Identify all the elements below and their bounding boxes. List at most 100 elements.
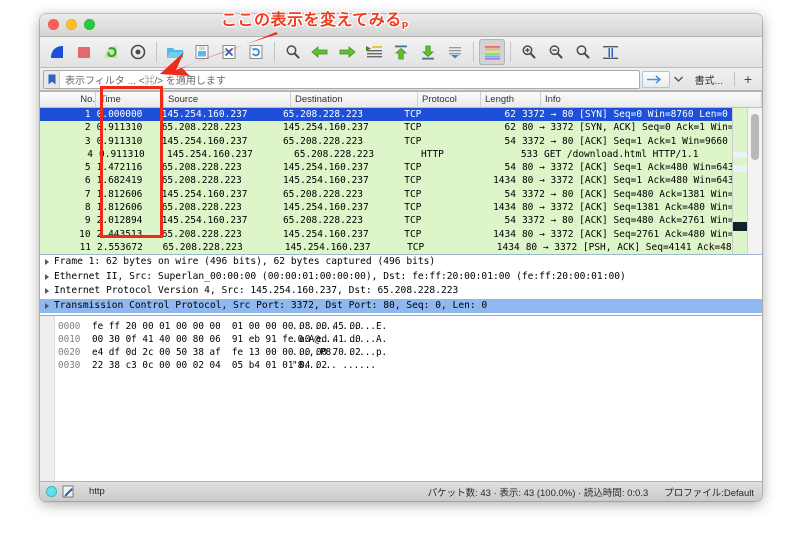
filter-bookmark-icon[interactable]	[44, 70, 60, 88]
annotation-label: ここの表示を変えてみるp	[221, 6, 409, 30]
detail-tree-label: Ethernet II, Src: Superlan_00:00:00 (00:…	[54, 270, 626, 282]
hex-dump-row[interactable]: 0000 fe ff 20 00 01 00 00 00 01 00 00 00 …	[40, 320, 762, 333]
chevron-right-icon[interactable]	[40, 259, 54, 266]
column-header-source[interactable]: Source	[164, 92, 291, 107]
cell-no: 2	[84, 122, 91, 134]
cell-info: 3372 → 80 [ACK] Seq=1 Ack=1 Win=9660 L	[521, 135, 732, 147]
cell-info: 80 → 3372 [ACK] Seq=2761 Ack=480 Win=6	[521, 228, 732, 240]
chevron-right-icon[interactable]	[40, 273, 54, 280]
packet-bytes-pane[interactable]: 0000 fe ff 20 00 01 00 00 00 01 00 00 00 …	[40, 316, 762, 481]
find-packet-icon[interactable]	[280, 39, 306, 65]
hex-dump-row[interactable]: 0020 e4 df 0d 2c 00 50 38 af fe 13 00 00 …	[40, 346, 762, 359]
cell-source: 65.208.228.223	[161, 162, 242, 174]
cell-length: 533	[520, 148, 538, 160]
cell-source: 145.254.160.237	[161, 135, 248, 147]
packet-bytes-rows: 0000 fe ff 20 00 01 00 00 00 01 00 00 00 …	[40, 316, 762, 372]
cell-no: 11	[79, 241, 92, 253]
cell-no: 7	[84, 188, 91, 200]
add-filter-button[interactable]: +	[737, 71, 759, 87]
detail-tree-row[interactable]: Internet Protocol Version 4, Src: 145.25…	[40, 284, 762, 299]
cell-protocol: TCP	[404, 109, 422, 120]
column-header-destination[interactable]: Destination	[291, 92, 418, 107]
toolbar-separator	[473, 42, 474, 62]
save-file-icon[interactable]	[189, 39, 215, 65]
filter-history-dropdown-icon[interactable]	[672, 71, 686, 88]
status-bar-icons	[40, 485, 81, 498]
toolbar-separator	[510, 42, 511, 62]
cell-destination: 65.208.228.223	[294, 148, 375, 160]
colorize-icon[interactable]	[479, 39, 505, 65]
chevron-right-icon[interactable]	[40, 288, 54, 295]
cell-length: 62	[504, 122, 516, 134]
status-bar-stats: パケット数: 43 · 表示: 43 (100.0%) · 読込時間: 0:0.…	[428, 485, 762, 499]
cell-destination: 65.208.228.223	[282, 109, 364, 120]
cell-protocol: TCP	[404, 175, 422, 187]
go-to-packet-icon[interactable]	[361, 39, 387, 65]
packet-details-pane[interactable]: Frame 1: 62 bytes on wire (496 bits), 62…	[40, 255, 762, 316]
hex-offset: 0010	[58, 334, 81, 345]
cell-no: 10	[79, 228, 91, 240]
resize-columns-icon[interactable]	[597, 39, 623, 65]
status-bar-filter-name: http	[89, 486, 105, 497]
packet-list-scrollbar-thumb[interactable]	[751, 114, 759, 160]
detail-tree-row[interactable]: Frame 1: 62 bytes on wire (496 bits), 62…	[40, 255, 762, 270]
open-file-icon[interactable]	[162, 39, 188, 65]
close-file-icon[interactable]	[216, 39, 242, 65]
zoom-out-icon[interactable]	[543, 39, 569, 65]
go-forward-icon[interactable]	[334, 39, 360, 65]
display-filter-placeholder: 表示フィルタ ... <⌘/> を適用します	[65, 75, 226, 87]
packet-list-minimap	[732, 108, 747, 254]
stop-capture-icon[interactable]	[71, 39, 97, 65]
apply-filter-button[interactable]	[641, 70, 670, 88]
go-last-packet-icon[interactable]	[415, 39, 441, 65]
auto-scroll-icon[interactable]	[442, 39, 468, 65]
cell-length: 54	[504, 135, 516, 147]
cell-protocol: TCP	[404, 202, 422, 214]
capture-file-comment-icon[interactable]	[62, 485, 75, 498]
cell-protocol: TCP	[404, 215, 422, 227]
table-row[interactable]: 11 2.553672 65.208.228.223 145.254.160.237 T…	[40, 240, 732, 254]
cell-info: 80 → 3372 [ACK] Seq=1 Ack=480 Win=6432	[521, 175, 732, 187]
cell-info: 3372 → 80 [SYN] Seq=0 Win=8760 Len=0 M	[521, 109, 732, 120]
cell-no: 5	[84, 162, 91, 174]
cell-no: 4	[87, 148, 93, 160]
detail-tree-row[interactable]: Ethernet II, Src: Superlan_00:00:00 (00:…	[40, 270, 762, 285]
go-first-packet-icon[interactable]	[388, 39, 414, 65]
zoom-window-button[interactable]	[84, 19, 95, 30]
filter-format-button[interactable]: 書式...	[686, 72, 732, 87]
cell-length: 1434	[493, 228, 516, 240]
hex-dump-row[interactable]: 0030 22 38 c3 0c 00 00 02 04 05 b4 01 01 …	[40, 359, 762, 372]
time-column-highlight-box	[100, 86, 163, 238]
go-back-icon[interactable]	[307, 39, 333, 65]
zoom-in-icon[interactable]	[516, 39, 542, 65]
cell-info: 3372 → 80 [ACK] Seq=480 Ack=1381 Win=9	[521, 188, 732, 200]
close-window-button[interactable]	[48, 19, 59, 30]
hex-dump-row[interactable]: 0010 00 30 0f 41 40 00 80 06 91 eb 91 fe …	[40, 333, 762, 346]
hex-ascii: .. ..... ......E.	[292, 321, 388, 332]
capture-options-icon[interactable]	[125, 39, 151, 65]
column-header-info[interactable]: Info	[541, 92, 762, 107]
zoom-reset-icon[interactable]	[570, 39, 596, 65]
packet-list-scrollbar[interactable]	[747, 108, 762, 254]
column-header-length[interactable]: Length	[481, 92, 541, 107]
cell-no: 6	[84, 175, 91, 187]
cell-length: 54	[504, 162, 516, 174]
minimize-window-button[interactable]	[66, 19, 77, 30]
restart-capture-icon[interactable]	[98, 39, 124, 65]
cell-source: 65.208.228.223	[161, 175, 242, 187]
column-header-protocol[interactable]: Protocol	[418, 92, 481, 107]
hex-ascii: "8...... ......	[292, 360, 376, 371]
start-capture-icon[interactable]	[44, 39, 70, 65]
chevron-right-icon[interactable]	[40, 303, 54, 310]
cell-destination: 65.208.228.223	[282, 215, 364, 227]
capture-status-icon[interactable]	[46, 486, 57, 497]
column-header-no[interactable]: No.	[40, 92, 96, 107]
cell-source: 145.254.160.237	[161, 109, 248, 120]
hex-offset: 0030	[58, 360, 81, 371]
detail-tree-row[interactable]: Transmission Control Protocol, Src Port:…	[40, 298, 762, 314]
hex-hex: 00 30 0f 41 40 00 80 06 91 eb 91 fe a0 e…	[92, 334, 361, 345]
hex-ascii: ...,.P8. ......p.	[292, 347, 388, 358]
cell-length: 1434	[493, 202, 516, 214]
reload-file-icon[interactable]	[243, 39, 269, 65]
cell-length: 1434	[496, 241, 520, 253]
